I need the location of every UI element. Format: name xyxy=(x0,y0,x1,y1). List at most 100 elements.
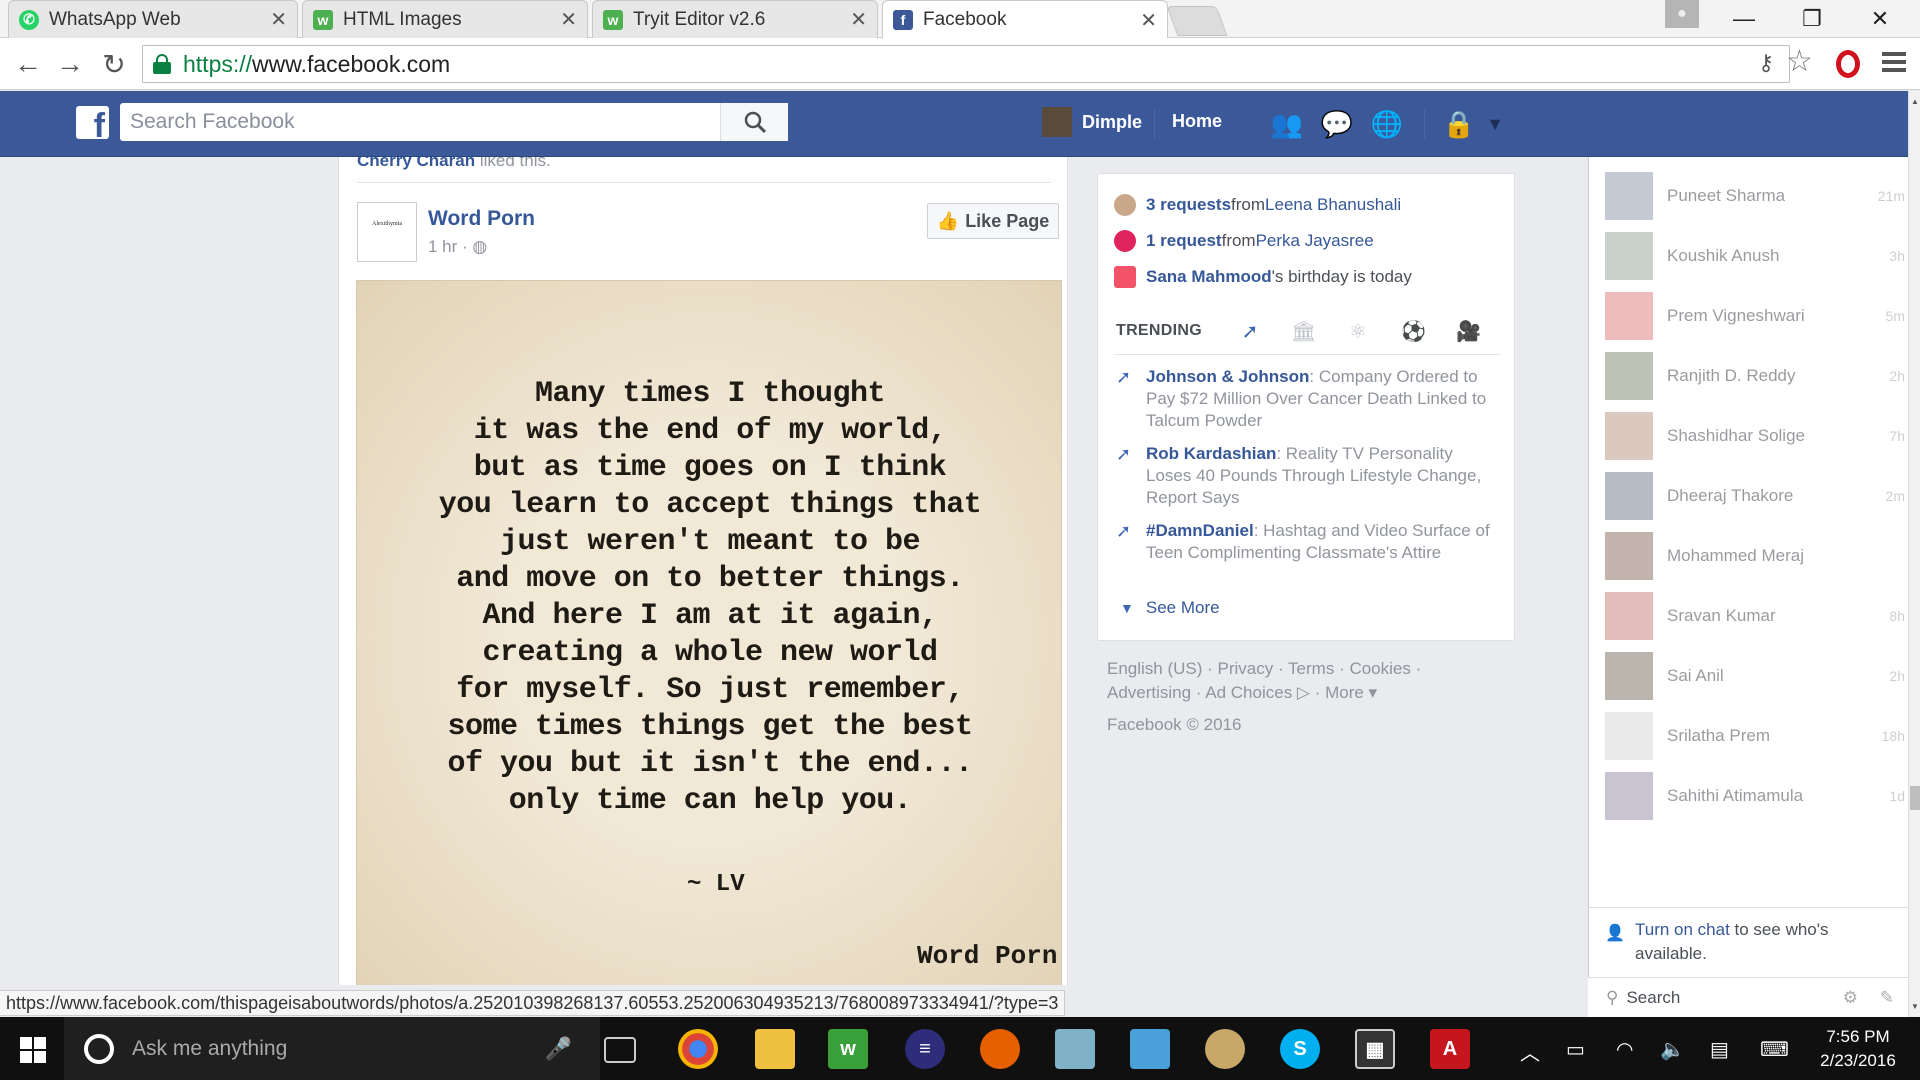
tab-title: Tryit Editor v2.6 xyxy=(633,8,766,30)
chrome-taskbar-icon[interactable] xyxy=(678,1029,718,1069)
page-avatar[interactable]: Alexithymia xyxy=(357,202,417,262)
compose-icon[interactable]: ✎ xyxy=(1880,988,1894,1008)
post-image[interactable]: Many times I thought it was the end of m… xyxy=(356,280,1062,985)
requests-who[interactable]: Leena Bhanushali xyxy=(1265,195,1401,215)
liked-name[interactable]: Cherry Charan xyxy=(357,157,475,170)
trending-item[interactable]: ➚ Rob Kardashian: Reality TV Personality… xyxy=(1116,443,1496,509)
bookmark-star-icon[interactable]: ☆ xyxy=(1786,44,1813,79)
game-requests-notice[interactable]: 1 request from Perka Jayasree xyxy=(1114,230,1374,252)
close-window-button[interactable]: ✕ xyxy=(1852,0,1908,38)
home-link[interactable]: Home xyxy=(1172,111,1222,132)
turn-on-chat-link[interactable]: Turn on chat xyxy=(1635,920,1730,939)
paint-taskbar-icon[interactable] xyxy=(1205,1029,1245,1069)
birthday-notice[interactable]: Sana Mahmood's birthday is today xyxy=(1114,266,1412,288)
trending-item[interactable]: ➚ Johnson & Johnson: Company Ordered to … xyxy=(1116,366,1496,432)
trending-entertainment-icon[interactable]: 🎥 xyxy=(1456,319,1481,343)
close-tab-icon[interactable]: ✕ xyxy=(850,7,867,32)
trending-politics-icon[interactable]: 🏛 xyxy=(1291,319,1316,343)
trending-arrow-icon: ➚ xyxy=(1116,521,1132,541)
battery-icon[interactable]: ▭ xyxy=(1566,1037,1585,1062)
requests-link[interactable]: 3 requests xyxy=(1146,195,1231,215)
chat-friend-row[interactable]: Prem Vigneshwari 5m xyxy=(1605,292,1905,340)
chat-friend-row[interactable]: Srilatha Prem 18h xyxy=(1605,712,1905,760)
firefox-taskbar-icon[interactable] xyxy=(980,1029,1020,1069)
chat-friend-row[interactable]: Koushik Anush 3h xyxy=(1605,232,1905,280)
privacy-shortcuts-icon[interactable]: 🔒 xyxy=(1442,109,1476,139)
windows-start-icon[interactable] xyxy=(20,1037,46,1063)
close-tab-icon[interactable]: ✕ xyxy=(270,7,287,32)
reload-button[interactable]: ↻ xyxy=(96,46,132,82)
scrollbar-thumb[interactable] xyxy=(1910,786,1920,810)
see-more-link[interactable]: ▼ See More xyxy=(1120,598,1220,618)
trending-science-icon[interactable]: ⚛ xyxy=(1346,319,1370,343)
calculator-taskbar-icon[interactable]: ▦ xyxy=(1355,1029,1395,1069)
profile-link[interactable]: Dimple xyxy=(1042,107,1142,137)
chat-friend-row[interactable]: Sahithi Atimamula 1d xyxy=(1605,772,1905,820)
app-taskbar-icon[interactable]: ≡ xyxy=(905,1029,945,1069)
chat-friend-row[interactable]: Sai Anil 2h xyxy=(1605,652,1905,700)
chat-friend-row[interactable]: Mohammed Meraj xyxy=(1605,532,1905,580)
close-tab-icon[interactable]: ✕ xyxy=(1140,8,1157,33)
tab-whatsapp[interactable]: ✆ WhatsApp Web ✕ xyxy=(8,0,298,38)
search-button[interactable] xyxy=(720,103,788,141)
app-taskbar-icon[interactable] xyxy=(1130,1029,1170,1069)
volume-icon[interactable]: 🔈 xyxy=(1660,1037,1685,1062)
tab-facebook[interactable]: f Facebook ✕ xyxy=(882,0,1168,39)
wifi-icon[interactable]: ◠ xyxy=(1616,1037,1633,1062)
birthday-name[interactable]: Sana Mahmood xyxy=(1146,267,1272,287)
scroll-up-icon[interactable]: ▲ xyxy=(1911,97,1919,106)
gear-icon[interactable]: ⚙ xyxy=(1843,988,1858,1008)
tray-up-icon[interactable]: ︿ xyxy=(1520,1037,1540,1066)
search-input[interactable] xyxy=(120,105,720,139)
facebook-logo-icon[interactable]: f xyxy=(76,106,109,139)
file-explorer-icon[interactable] xyxy=(755,1029,795,1069)
requests-link[interactable]: 1 request xyxy=(1146,231,1222,251)
chat-search-bar[interactable]: ⚲ Search ⚙ ✎ xyxy=(1588,977,1908,1017)
action-center-icon[interactable]: ▤ xyxy=(1710,1037,1729,1062)
keyboard-icon[interactable]: ⌨ xyxy=(1760,1037,1789,1062)
notifications-globe-icon[interactable]: 🌐 xyxy=(1370,109,1404,139)
post-timestamp[interactable]: 1 hr · ◍ xyxy=(428,237,487,257)
messages-icon[interactable]: 💬 xyxy=(1320,109,1354,139)
acrobat-taskbar-icon[interactable]: A xyxy=(1430,1029,1470,1069)
tab-html-images[interactable]: w HTML Images ✕ xyxy=(302,0,588,38)
cortana-search[interactable]: Ask me anything 🎤 xyxy=(64,1017,600,1080)
key-icon[interactable]: ⚷ xyxy=(1758,50,1774,76)
restore-button[interactable]: ❐ xyxy=(1784,0,1840,38)
chat-friend-row[interactable]: Dheeraj Thakore 2m xyxy=(1605,472,1905,520)
friend-requests-icon[interactable]: 👥 xyxy=(1270,109,1304,139)
chat-friend-row[interactable]: Ranjith D. Reddy 2h xyxy=(1605,352,1905,400)
footer-links-line2[interactable]: Advertising · Ad Choices ▷ · More ▾ xyxy=(1107,681,1377,705)
chat-friend-row[interactable]: Sravan Kumar 8h xyxy=(1605,592,1905,640)
chrome-menu-icon[interactable] xyxy=(1882,52,1906,72)
friend-requests-notice[interactable]: 3 requests from Leena Bhanushali xyxy=(1114,194,1401,216)
microphone-icon[interactable]: 🎤 xyxy=(545,1036,572,1062)
page-scrollbar[interactable]: ▲ ▼ xyxy=(1908,91,1920,1017)
taskbar-clock[interactable]: 7:56 PM 2/23/2016 xyxy=(1816,1025,1900,1073)
app-taskbar-icon[interactable] xyxy=(1055,1029,1095,1069)
trending-sports-icon[interactable]: ⚽ xyxy=(1401,319,1426,343)
opera-extension-icon[interactable] xyxy=(1836,50,1860,78)
forward-button[interactable]: → xyxy=(52,46,88,82)
chat-friend-row[interactable]: Puneet Sharma 21m xyxy=(1605,172,1905,220)
chevron-down-icon[interactable]: ▼ xyxy=(1478,109,1512,139)
liked-this-line: Cherry Charan liked this. xyxy=(357,157,551,171)
task-view-icon[interactable] xyxy=(604,1037,636,1063)
address-bar[interactable]: https://www.facebook.com xyxy=(142,45,1790,83)
trending-top-icon[interactable]: ➚ xyxy=(1238,319,1262,343)
back-button[interactable]: ← xyxy=(10,46,46,82)
tab-tryit-editor[interactable]: w Tryit Editor v2.6 ✕ xyxy=(592,0,878,38)
w3schools-taskbar-icon[interactable]: w xyxy=(828,1029,868,1069)
minimize-button[interactable]: — xyxy=(1716,0,1772,38)
new-tab-button[interactable] xyxy=(1166,6,1228,36)
requests-who[interactable]: Perka Jayasree xyxy=(1256,231,1374,251)
skype-taskbar-icon[interactable]: S xyxy=(1280,1029,1320,1069)
chat-friend-row[interactable]: Shashidhar Solige 7h xyxy=(1605,412,1905,460)
page-name-link[interactable]: Word Porn xyxy=(428,207,535,231)
scroll-down-icon[interactable]: ▼ xyxy=(1911,1002,1919,1011)
profile-icon[interactable]: ● xyxy=(1665,0,1699,28)
like-page-button[interactable]: 👍 Like Page xyxy=(927,203,1059,239)
trending-item[interactable]: ➚ #DamnDaniel: Hashtag and Video Surface… xyxy=(1116,520,1496,564)
footer-links-line1[interactable]: English (US) · Privacy · Terms · Cookies… xyxy=(1107,657,1421,681)
close-tab-icon[interactable]: ✕ xyxy=(560,7,577,32)
